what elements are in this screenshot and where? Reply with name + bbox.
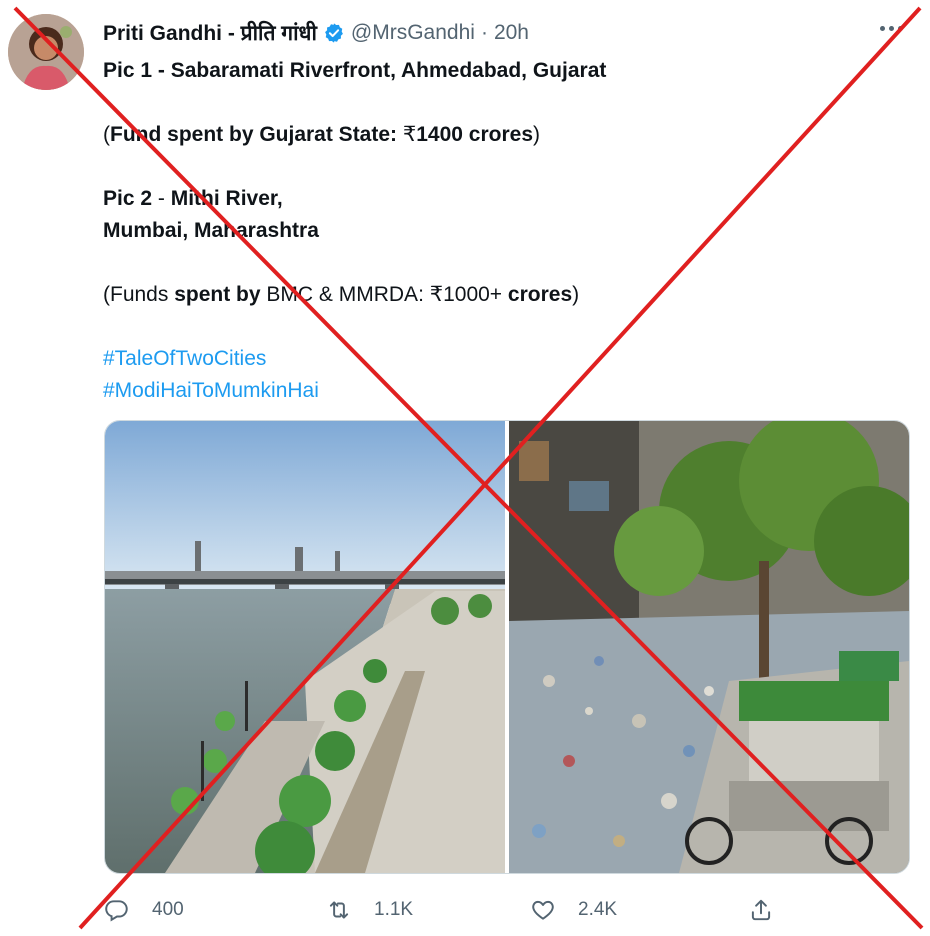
text-line-pic1: Pic 1 - Sabaramati Riverfront, Ahmedabad… [103, 59, 607, 82]
verified-badge-icon [323, 22, 345, 44]
author-name[interactable]: Priti Gandhi - प्रीति गांधी [103, 19, 317, 47]
reply-count: 400 [152, 899, 184, 920]
reply-icon [105, 900, 128, 922]
riverfront-photo[interactable] [105, 421, 509, 873]
share-icon [751, 899, 771, 921]
tweet-header: Priti Gandhi - प्रीति गांधी @MrsGandhi ·… [103, 18, 529, 48]
text-line-fund-gujarat: (Fund spent by Gujarat State: ₹1400 cror… [103, 123, 540, 146]
timestamp[interactable]: 20h [494, 21, 529, 45]
hashtag-link[interactable]: #TaleOfTwoCities [103, 343, 903, 375]
tweet-text: Pic 1 - Sabaramati Riverfront, Ahmedabad… [103, 55, 903, 407]
retweet-icon [329, 901, 349, 919]
text-line-pic2: Pic 2 - Mithi River, [103, 187, 283, 210]
heart-icon [532, 900, 554, 920]
like-count: 2.4K [578, 899, 618, 920]
text-line-fund-mumbai: (Funds spent by BMC & MMRDA: ₹1000+ cror… [103, 283, 580, 306]
share-button[interactable] [748, 892, 796, 928]
retweet-button[interactable]: 1.1K [326, 892, 413, 928]
tweet-actions: 400 1.1K 2.4K [104, 892, 914, 928]
tweet-card[interactable]: Priti Gandhi - प्रीति गांधी @MrsGandhi ·… [0, 0, 930, 936]
avatar[interactable] [8, 14, 84, 90]
tweet-media [104, 420, 910, 874]
like-button[interactable]: 2.4K [530, 892, 617, 928]
reply-button[interactable]: 400 [104, 892, 184, 928]
text-line-mumbai: Mumbai, Maharashtra [103, 219, 319, 242]
mithi-river-photo[interactable] [509, 421, 909, 873]
retweet-count: 1.1K [374, 899, 414, 920]
hashtag-link[interactable]: #ModiHaiToMumkinHai [103, 375, 903, 407]
more-icon[interactable] [878, 18, 912, 46]
separator-dot: · [480, 21, 488, 44]
author-handle[interactable]: @MrsGandhi [351, 21, 475, 45]
